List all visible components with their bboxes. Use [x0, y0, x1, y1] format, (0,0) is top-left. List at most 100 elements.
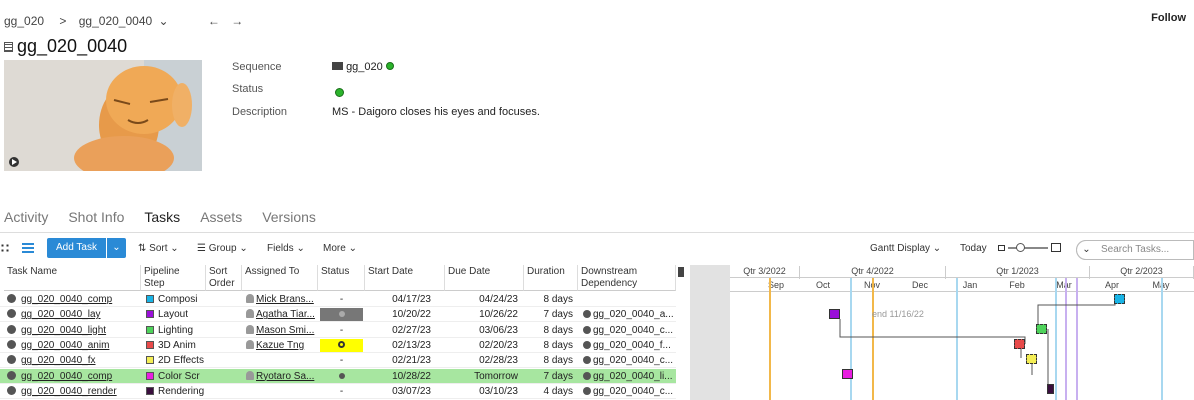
back-arrow-icon[interactable]: ←: [208, 14, 220, 28]
list-view-icon[interactable]: [22, 243, 34, 253]
col-status[interactable]: Status: [318, 265, 365, 291]
gantt-splitter[interactable]: [690, 265, 730, 400]
pipeline-step-cell[interactable]: Rendering: [141, 385, 206, 398]
gantt-task-bar[interactable]: [1026, 354, 1037, 364]
table-row[interactable]: gg_020_0040_render Rendering -03/07/23 03/1…: [0, 384, 676, 399]
assignee-name[interactable]: Agatha Tiar...: [256, 309, 315, 320]
task-name-cell[interactable]: gg_020_0040_lay: [4, 308, 141, 321]
col-duration[interactable]: Duration: [524, 265, 578, 291]
status-cell[interactable]: -: [318, 354, 365, 367]
due-date-cell[interactable]: 03/06/23: [445, 324, 524, 337]
table-row[interactable]: gg_020_0040_fx 2D Effects -02/21/23 02/28/2…: [0, 353, 676, 369]
tab-versions[interactable]: Versions: [262, 209, 316, 225]
tab-tasks[interactable]: Tasks: [144, 209, 180, 225]
col-start-date[interactable]: Start Date: [365, 265, 445, 291]
start-date-cell[interactable]: 02/21/23: [365, 354, 445, 367]
dependency-cell[interactable]: gg_020_0040_a...: [578, 308, 676, 321]
task-name-cell[interactable]: gg_020_0040_comp: [4, 293, 141, 306]
zoom-in-icon[interactable]: [1051, 243, 1061, 252]
task-name-cell[interactable]: gg_020_0040_anim: [4, 339, 141, 352]
start-date-cell[interactable]: 02/27/23: [365, 324, 445, 337]
add-column-icon[interactable]: [678, 267, 684, 277]
sort-button[interactable]: ⇅ Sort ⌄: [138, 243, 179, 254]
gantt-task-bar[interactable]: [1047, 384, 1054, 394]
add-task-button[interactable]: Add Task: [47, 238, 106, 258]
due-date-cell[interactable]: Tomorrow: [445, 370, 524, 383]
pipeline-step-cell[interactable]: Lighting: [141, 324, 206, 337]
gantt-task-bar[interactable]: [1036, 324, 1047, 334]
assigned-to-cell[interactable]: [242, 354, 318, 367]
dependency-cell[interactable]: gg_020_0040_c...: [578, 354, 676, 367]
dependency-cell[interactable]: gg_020_0040_f...: [578, 339, 676, 352]
task-check-icon[interactable]: [7, 309, 16, 319]
dependency-cell[interactable]: gg_020_0040_c...: [578, 385, 676, 398]
assignee-name[interactable]: Mason Smi...: [256, 325, 314, 336]
zoom-out-icon[interactable]: [998, 245, 1005, 251]
dependency-cell[interactable]: gg_020_0040_c...: [578, 324, 676, 337]
start-date-cell[interactable]: 10/28/22: [365, 370, 445, 383]
dependency-link[interactable]: gg_020_0040_c...: [593, 325, 673, 336]
task-name-link[interactable]: gg_020_0040_render: [21, 386, 117, 397]
table-row[interactable]: gg_020_0040_light Lighting Mason Smi... -02…: [0, 323, 676, 338]
task-check-icon[interactable]: [7, 385, 16, 395]
assigned-to-cell[interactable]: Agatha Tiar...: [242, 308, 318, 321]
duration-cell[interactable]: 7 days: [524, 370, 578, 383]
assigned-to-cell[interactable]: [242, 385, 318, 398]
status-cell[interactable]: [318, 370, 365, 383]
task-name-link[interactable]: gg_020_0040_fx: [21, 355, 96, 366]
task-name-cell[interactable]: gg_020_0040_light: [4, 324, 141, 337]
zoom-slider[interactable]: [998, 243, 1062, 253]
task-name-cell[interactable]: gg_020_0040_fx: [4, 354, 141, 367]
gantt-task-bar[interactable]: [829, 309, 840, 319]
assignee-name[interactable]: Mick Brans...: [256, 294, 314, 305]
today-button[interactable]: Today: [960, 243, 987, 254]
due-date-cell[interactable]: 03/10/23: [445, 385, 524, 398]
status-cell[interactable]: [320, 338, 363, 352]
pipeline-step-cell[interactable]: Layout: [141, 308, 206, 321]
start-date-cell[interactable]: 10/20/22: [365, 308, 445, 321]
sequence-link[interactable]: gg_020: [346, 61, 383, 73]
assignee-name[interactable]: Kazue Tng: [256, 340, 304, 351]
more-button[interactable]: More ⌄: [323, 243, 357, 254]
dependency-cell[interactable]: [578, 293, 676, 306]
col-sort-order[interactable]: Sort Order: [206, 265, 242, 291]
description-value[interactable]: MS - Daigoro closes his eyes and focuses…: [332, 106, 540, 118]
due-date-cell[interactable]: 10/26/22: [445, 308, 524, 321]
tab-assets[interactable]: Assets: [200, 209, 242, 225]
assigned-to-cell[interactable]: Mick Brans...: [242, 293, 318, 306]
follow-button[interactable]: Follow: [1151, 12, 1186, 24]
pipeline-step-cell[interactable]: Color Scr: [141, 370, 206, 383]
dependency-cell[interactable]: gg_020_0040_li...: [578, 370, 676, 383]
due-date-cell[interactable]: 04/24/23: [445, 293, 524, 306]
dependency-link[interactable]: gg_020_0040_a...: [593, 309, 674, 320]
forward-arrow-icon[interactable]: →: [231, 14, 243, 28]
tab-shot-info[interactable]: Shot Info: [68, 209, 124, 225]
duration-cell[interactable]: 8 days: [524, 354, 578, 367]
task-name-link[interactable]: gg_020_0040_comp: [21, 294, 112, 305]
group-button[interactable]: ☰ Group ⌄: [197, 243, 248, 254]
col-due-date[interactable]: Due Date: [445, 265, 524, 291]
breadcrumb-current[interactable]: gg_020_0040: [79, 14, 152, 28]
duration-cell[interactable]: 8 days: [524, 293, 578, 306]
due-date-cell[interactable]: 02/20/23: [445, 339, 524, 352]
gantt-display-button[interactable]: Gantt Display ⌄: [870, 243, 941, 254]
task-check-icon[interactable]: [7, 339, 16, 349]
due-date-cell[interactable]: 02/28/23: [445, 354, 524, 367]
task-name-link[interactable]: gg_020_0040_lay: [21, 309, 101, 320]
fields-button[interactable]: Fields ⌄: [267, 243, 305, 254]
sequence-value[interactable]: gg_020: [332, 61, 394, 73]
task-check-icon[interactable]: [7, 294, 16, 303]
table-row[interactable]: gg_020_0040_lay Layout Agatha Tiar... 10/20…: [0, 307, 676, 323]
assigned-to-cell[interactable]: Mason Smi...: [242, 324, 318, 337]
task-check-icon[interactable]: [7, 370, 16, 380]
grid-view-icon[interactable]: [0, 243, 10, 253]
status-green-icon[interactable]: [335, 88, 344, 97]
task-check-icon[interactable]: [7, 324, 16, 334]
pipeline-step-cell[interactable]: Composi: [141, 293, 206, 306]
tab-activity[interactable]: Activity: [4, 209, 48, 225]
task-name-cell[interactable]: gg_020_0040_comp: [4, 370, 141, 383]
duration-cell[interactable]: 8 days: [524, 339, 578, 352]
duration-cell[interactable]: 4 days: [524, 385, 578, 398]
assignee-name[interactable]: Ryotaro Sa...: [256, 371, 314, 382]
start-date-cell[interactable]: 04/17/23: [365, 293, 445, 306]
